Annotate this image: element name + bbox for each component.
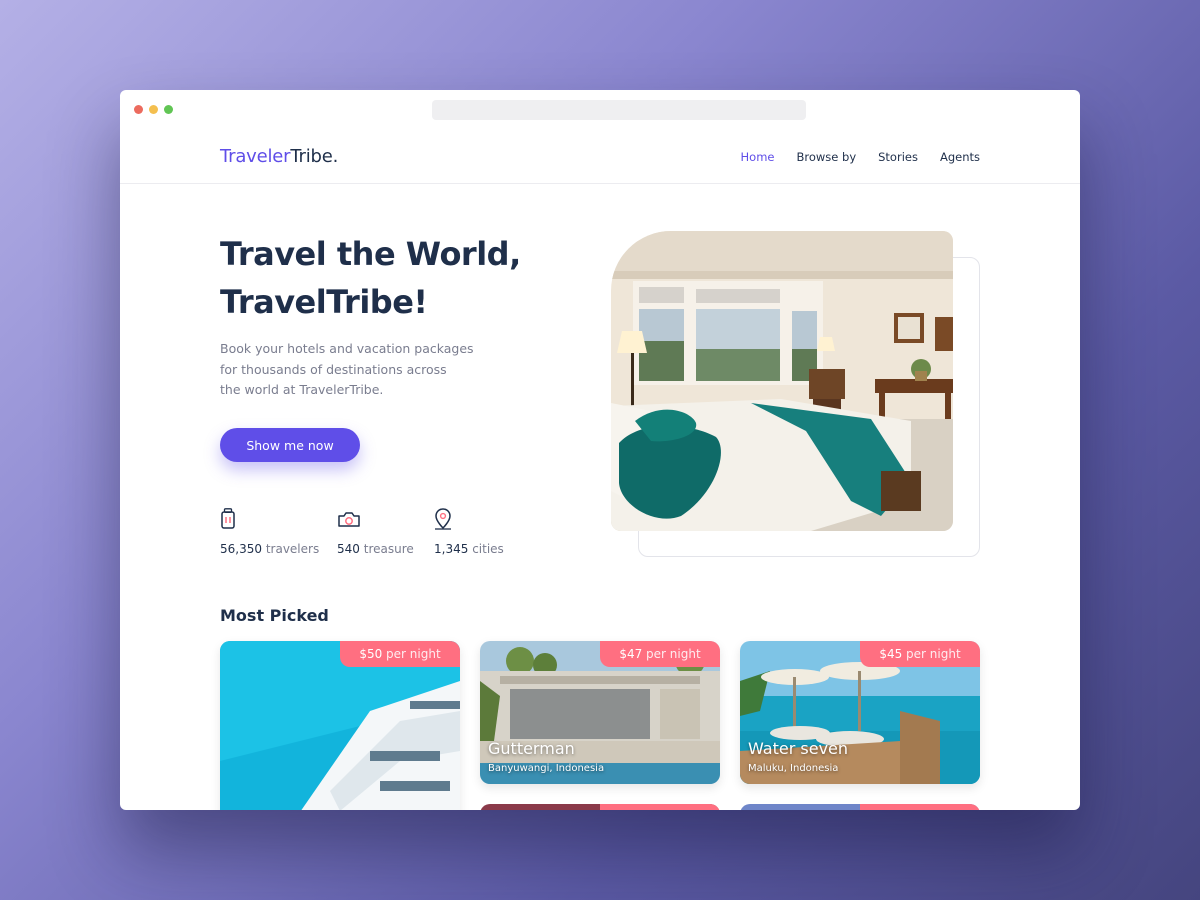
- brand-logo-part2: Tribe.: [290, 146, 339, 167]
- hero-description: Book your hotels and vacation packages fo…: [220, 339, 490, 401]
- stat-travelers: 56,350 travelers: [220, 508, 319, 556]
- browser-window: TravelerTribe. Home Browse by Stories Ag…: [120, 90, 1080, 810]
- nav-browse-by[interactable]: Browse by: [796, 150, 856, 164]
- stat-treasure-label: 540 treasure: [337, 542, 414, 556]
- hero-title: Travel the World, TravelTribe!: [220, 230, 560, 326]
- nav-agents[interactable]: Agents: [940, 150, 980, 164]
- stat-cities-unit: cities: [472, 542, 504, 556]
- card-2-price: $47: [619, 647, 643, 661]
- card-1-price-unit: per night: [386, 647, 441, 661]
- card-3-price-unit: per night: [906, 647, 961, 661]
- minimize-window-dot[interactable]: [149, 105, 158, 114]
- brand-logo[interactable]: TravelerTribe.: [220, 146, 338, 167]
- most-picked-title: Most Picked: [220, 606, 329, 625]
- card-3-location: Maluku, Indonesia: [748, 763, 839, 774]
- map-pin-icon: [434, 508, 504, 530]
- card-3-name: Water seven: [748, 739, 849, 758]
- stat-cities-label: 1,345 cities: [434, 542, 504, 556]
- card-1-price: $50: [359, 647, 383, 661]
- brand-logo-part1: Traveler: [220, 146, 291, 167]
- most-picked-card-gutterman[interactable]: $47 per night Gutterman Banyuwangi, Indo…: [480, 641, 720, 784]
- stat-travelers-value: 56,350: [220, 542, 262, 556]
- card-2-price-unit: per night: [646, 647, 701, 661]
- card-4-price-badge: [600, 804, 720, 810]
- most-picked-card-4-partial[interactable]: [480, 804, 720, 810]
- stat-treasure-value: 540: [337, 542, 360, 556]
- nav-stories[interactable]: Stories: [878, 150, 918, 164]
- stat-treasure: 540 treasure: [337, 508, 414, 556]
- main-nav: Home Browse by Stories Agents: [741, 150, 980, 164]
- suitcase-icon: [220, 508, 319, 530]
- nav-home[interactable]: Home: [741, 150, 775, 164]
- stat-travelers-unit: travelers: [265, 542, 320, 556]
- camera-icon: [337, 508, 414, 530]
- stat-cities-value: 1,345: [434, 542, 469, 556]
- stat-cities: 1,345 cities: [434, 508, 504, 556]
- hero-desc-line2: for thousands of destinations across: [220, 361, 447, 377]
- hero-bedroom-photo: [611, 231, 953, 531]
- card-2-name: Gutterman: [488, 739, 575, 758]
- most-picked-card-water-seven[interactable]: $45 per night Water seven Maluku, Indone…: [740, 641, 980, 784]
- close-window-dot[interactable]: [134, 105, 143, 114]
- stat-travelers-label: 56,350 travelers: [220, 542, 319, 556]
- show-me-now-button[interactable]: Show me now: [220, 428, 360, 462]
- hero-desc-line3: the world at TravelerTribe.: [220, 382, 384, 397]
- browser-chrome: [120, 90, 1080, 130]
- hero-desc-line1: Book your hotels and vacation packages: [220, 341, 474, 356]
- hero-title-line2: TravelTribe!: [220, 283, 428, 321]
- site-navbar: TravelerTribe. Home Browse by Stories Ag…: [120, 130, 1080, 184]
- card-3-price: $45: [879, 647, 903, 661]
- stat-treasure-unit: treasure: [363, 542, 414, 556]
- hero-title-line1: Travel the World,: [220, 235, 521, 273]
- most-picked-card-5-partial[interactable]: [740, 804, 980, 810]
- card-5-price-badge: [860, 804, 980, 810]
- address-bar[interactable]: [432, 100, 806, 120]
- card-3-price-badge: $45 per night: [860, 641, 980, 667]
- most-picked-card-1[interactable]: $50 per night: [220, 641, 460, 810]
- card-2-location: Banyuwangi, Indonesia: [488, 763, 605, 774]
- card-2-price-badge: $47 per night: [600, 641, 720, 667]
- card-1-price-badge: $50 per night: [340, 641, 460, 667]
- maximize-window-dot[interactable]: [164, 105, 173, 114]
